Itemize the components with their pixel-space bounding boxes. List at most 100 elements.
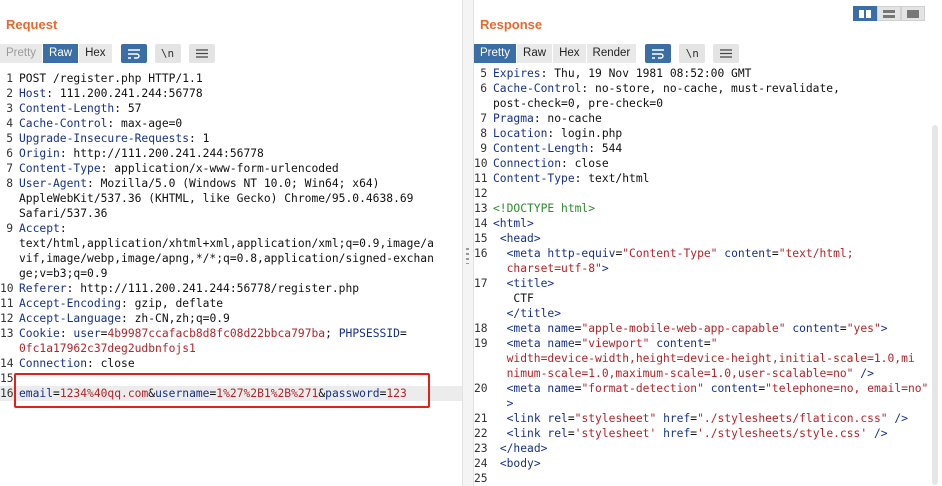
code-token: charset=utf-8" <box>493 262 602 275</box>
request-editor[interactable]: 1 POST /register.php HTTP/1.1 2 Host: 111.2… <box>0 71 462 486</box>
code-token: : Thu, 19 Nov 1981 08:52:00 GMT <box>540 67 752 80</box>
code-token: 'stylesheet' <box>574 427 657 440</box>
drag-handle-icon[interactable] <box>466 248 469 264</box>
stacked-layout-icon[interactable] <box>877 6 901 21</box>
code-token: <link <box>506 412 548 425</box>
code-token: : close <box>561 157 609 170</box>
code-token: content <box>792 322 840 335</box>
code-text: Origin: http://111.200.241.244:56778 <box>19 146 264 161</box>
response-editor[interactable]: 5 Expires: Thu, 19 Nov 1981 08:52:00 GMT 6… <box>474 66 942 486</box>
code-line: 9 Content-Length: 544 <box>474 141 942 156</box>
code-token: Pragma <box>493 112 534 125</box>
code-token: Safari/537.36 <box>19 207 108 220</box>
code-line: vif,image/webp,image/apng,*/*;q=0.8,appl… <box>0 251 462 266</box>
tabs-layout-icon[interactable] <box>901 6 925 21</box>
code-text: Cookie: user = 4b9987ccafacb8d8fc08d22bbca… <box>19 326 407 341</box>
response-tab-pretty[interactable]: Pretty <box>474 44 518 63</box>
response-tab-render[interactable]: Render <box>586 44 638 63</box>
line-number: 7 <box>6 162 13 175</box>
code-line: AppleWebKit/537.36 (KHTML, like Gecko) C… <box>0 191 462 206</box>
line-number: 25 <box>474 472 488 485</box>
code-token: <meta <box>506 247 548 260</box>
code-token: : no-cache <box>533 112 602 125</box>
response-scrollbar[interactable] <box>932 125 938 485</box>
line-number: 20 <box>474 382 488 395</box>
code-token: "Content-Type" <box>622 247 718 260</box>
line-number: 16 <box>0 387 14 400</box>
code-token: Expires <box>493 67 541 80</box>
code-token: = <box>771 247 779 260</box>
menu-icon[interactable] <box>713 44 740 63</box>
line-number: 8 <box>6 177 13 190</box>
code-token: user <box>73 327 101 340</box>
line-number: 5 <box>6 132 13 145</box>
newline-icon[interactable]: \n <box>154 44 181 63</box>
code-token: <meta <box>506 337 548 350</box>
code-line: 7 Pragma: no-cache <box>474 111 942 126</box>
line-number: 5 <box>480 67 487 80</box>
code-token: http-equiv <box>547 247 616 260</box>
code-token: Host <box>19 87 47 100</box>
code-line: 17 <title> <box>474 276 942 291</box>
code-token: Cache-Control <box>493 82 582 95</box>
code-token: = <box>567 427 575 440</box>
code-token: Location <box>493 127 548 140</box>
wrap-lines-icon[interactable] <box>120 44 147 63</box>
code-token: 0fc1a17962c37deg2udbnfojs1 <box>19 342 196 355</box>
code-text: width=device-width,height=device-height,… <box>493 351 915 366</box>
code-line: 7 Content-Type: application/x-www-form-ur… <box>0 161 462 176</box>
code-text: <meta name="format-detection" content="t… <box>493 381 929 396</box>
code-token: 4b9987ccafacb8d8fc08d22bbca797ba <box>107 327 326 340</box>
code-token: : text/html <box>574 172 650 185</box>
code-line: 23 </head> <box>474 441 942 456</box>
code-text: Accept-Encoding: gzip, deflate <box>19 296 223 311</box>
newline-icon[interactable]: \n <box>679 44 706 63</box>
code-text: Connection: close <box>19 356 135 371</box>
code-text: text/html,application/xhtml+xml,applicat… <box>19 236 434 251</box>
code-token: CTF <box>493 292 534 305</box>
pane-divider[interactable] <box>462 0 474 486</box>
code-token: rel <box>547 412 568 425</box>
code-token: </title> <box>506 307 562 320</box>
code-line: > <box>474 396 942 411</box>
code-token: : gzip, deflate <box>121 297 224 310</box>
code-text: Cache-Control: no-store, no-cache, must-… <box>493 81 840 96</box>
request-tab-pretty[interactable]: Pretty <box>0 44 44 63</box>
code-text: CTF <box>493 291 534 306</box>
code-token: : http://111.200.241.244:56778/register.… <box>66 282 360 295</box>
code-token: : zh-CN,zh;q=0.9 <box>121 312 230 325</box>
line-number: 11 <box>0 297 14 310</box>
response-title: Response <box>480 17 543 32</box>
code-token: : <box>59 222 67 235</box>
code-text: Content-Type: text/html <box>493 171 649 186</box>
code-line: charset=utf-8"> <box>474 261 942 276</box>
code-line: 8 User-Agent: Mozilla/5.0 (Windows NT 10.… <box>0 176 462 191</box>
side-by-side-layout-icon[interactable] <box>853 6 877 21</box>
menu-icon[interactable] <box>188 44 215 63</box>
line-number: 7 <box>480 112 487 125</box>
line-number: 6 <box>480 82 487 95</box>
code-text: charset=utf-8"> <box>493 261 609 276</box>
line-number: 11 <box>474 172 488 185</box>
code-line: 12 Accept-Language: zh-CN,zh;q=0.9 <box>0 311 462 326</box>
code-text: Content-Type: application/x-www-form-url… <box>19 161 339 176</box>
code-token: /> <box>887 412 908 425</box>
code-token: width=device-width,height=device-height,… <box>493 352 915 365</box>
line-number: 10 <box>474 157 488 170</box>
code-text: AppleWebKit/537.36 (KHTML, like Gecko) C… <box>19 191 413 206</box>
code-text: Cache-Control: max-age=0 <box>19 116 182 131</box>
code-token: content <box>724 247 772 260</box>
request-tab-hex[interactable]: Hex <box>79 44 113 63</box>
response-tab-hex[interactable]: Hex <box>553 44 587 63</box>
response-tab-raw[interactable]: Raw <box>517 44 554 63</box>
code-line: 4 Cache-Control: max-age=0 <box>0 116 462 131</box>
code-text: User-Agent: Mozilla/5.0 (Windows NT 10.0… <box>19 176 379 191</box>
code-token: <html> <box>493 217 534 230</box>
request-tab-raw[interactable]: Raw <box>43 44 80 63</box>
line-number: 1 <box>6 72 13 85</box>
wrap-lines-icon[interactable] <box>645 44 672 63</box>
response-pane: Response Pretty Raw Hex Render \n 5 Expir… <box>474 0 942 486</box>
line-number: 13 <box>474 202 488 215</box>
